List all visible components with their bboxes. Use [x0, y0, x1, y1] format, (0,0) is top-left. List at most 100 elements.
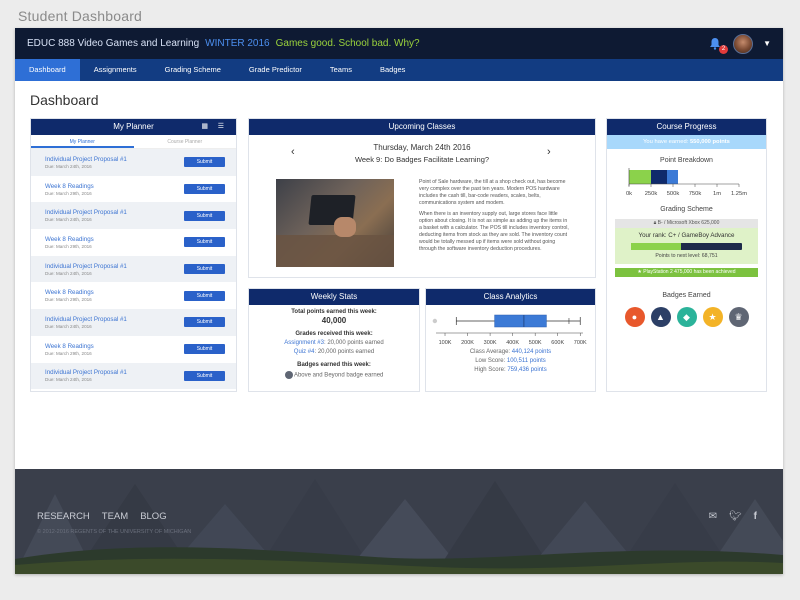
planner-item-text: Individual Project Proposal #1 Due: March…: [45, 369, 184, 382]
badge-icon[interactable]: ◆: [676, 307, 697, 327]
planner-item-title[interactable]: Individual Project Proposal #1: [45, 369, 184, 376]
boxplot-tick-label: 100K: [439, 340, 452, 346]
user-avatar[interactable]: [733, 33, 754, 54]
boxplot-outlier: [432, 318, 438, 324]
planner-item: Individual Project Proposal #1 Due: March…: [31, 202, 236, 230]
grades-label: Grades received this week:: [295, 331, 373, 337]
class-description: Point of Sale hardware, the till at a sh…: [419, 179, 569, 253]
course-tagline: Games good. School bad. Why?: [275, 38, 420, 49]
points-earned-value: 550,000 points: [689, 139, 730, 145]
chevron-down-icon[interactable]: ▼: [763, 39, 771, 48]
planner-item-title[interactable]: Individual Project Proposal #1: [45, 263, 184, 270]
submit-button[interactable]: Submit: [184, 210, 225, 221]
planner-item-text: Week 8 Readings Due: March 29th, 2016: [45, 343, 184, 356]
achieved-level-bar: ★ PlayStation 2 475,000 has been achieve…: [615, 268, 758, 277]
list-icon[interactable]: ☰: [218, 119, 224, 135]
low-score-row: Low Score: 100,511 points: [426, 358, 595, 364]
badge-icon[interactable]: ▲: [650, 307, 671, 327]
planner-header: My Planner ▦ ☰: [31, 119, 236, 135]
grade-text: : 20,000 points earned: [323, 340, 384, 346]
badge-icon[interactable]: ★: [702, 307, 723, 327]
chevron-left-icon[interactable]: ‹: [291, 146, 295, 158]
class-analytics-panel: Class Analytics 100K 200K 300K 400K 500K 600K…: [425, 288, 596, 392]
breakdown-segment-navy: [651, 170, 667, 184]
breakdown-tick-label: 1m: [713, 191, 721, 197]
nav-grade-predictor[interactable]: Grade Predictor: [235, 59, 316, 81]
weekly-total-label: Total points earned this week:: [291, 309, 377, 315]
grade-link[interactable]: Assignment #3: [284, 340, 324, 346]
submit-button[interactable]: Submit: [184, 317, 225, 328]
footer-link-research[interactable]: RESEARCH: [37, 511, 90, 522]
page-title: Dashboard: [30, 92, 99, 108]
point-breakdown-chart: 0k 250k 500k 750k 1m 1.25m: [626, 168, 747, 197]
footer: RESEARCH TEAM BLOG © 2012-2016 REGENTS O…: [15, 469, 783, 574]
class-average-value: 440,124 points: [511, 349, 552, 355]
submit-button[interactable]: Submit: [184, 264, 225, 275]
planner-item: Week 8 Readings Due: March 29th, 2016 Subm…: [31, 282, 236, 309]
badges-earned-list: ● ▲ ◆ ★ ♛: [607, 307, 766, 327]
low-score-label: Low Score:: [475, 358, 506, 364]
nav-badges[interactable]: Badges: [366, 59, 419, 81]
facebook-icon[interactable]: f: [754, 511, 757, 522]
footer-links: RESEARCH TEAM BLOG: [37, 511, 167, 522]
tab-course-planner[interactable]: Course Planner: [134, 135, 237, 148]
submit-button[interactable]: Submit: [184, 370, 225, 381]
submit-button[interactable]: Submit: [184, 344, 225, 355]
planner-item-title[interactable]: Individual Project Proposal #1: [45, 156, 184, 163]
planner-item-title[interactable]: Individual Project Proposal #1: [45, 316, 184, 323]
star-icon: ★: [637, 269, 642, 275]
high-score-row: High Score: 759,436 points: [426, 367, 595, 373]
planner-item-title[interactable]: Week 8 Readings: [45, 289, 184, 296]
planner-item-due: Due: March 24th, 2016: [45, 163, 92, 169]
submit-button[interactable]: Submit: [184, 290, 225, 301]
rank-progress-fill: [631, 243, 681, 250]
notification-count-badge: 2: [719, 44, 729, 54]
planner-item-title[interactable]: Week 8 Readings: [45, 343, 184, 350]
footer-link-team[interactable]: TEAM: [102, 511, 128, 522]
achieved-level-text: PlayStation 2 475,000 has been achieved: [643, 269, 736, 275]
planner-item-title[interactable]: Individual Project Proposal #1: [45, 209, 184, 216]
weekly-stats-panel: Weekly Stats Total points earned this we…: [248, 288, 420, 392]
planner-item-due: Due: March 29th, 2016: [45, 243, 92, 249]
chevron-right-icon[interactable]: ›: [547, 146, 551, 158]
footer-link-blog[interactable]: BLOG: [140, 511, 166, 522]
submit-button[interactable]: Submit: [184, 237, 225, 248]
email-icon[interactable]: ✉: [709, 511, 717, 522]
calendar-icon[interactable]: ▦: [201, 119, 208, 135]
planner-item-title[interactable]: Week 8 Readings: [45, 236, 184, 243]
tab-my-planner[interactable]: My Planner: [31, 135, 134, 148]
planner-title: My Planner: [113, 122, 154, 131]
badge-icon[interactable]: ●: [624, 307, 645, 327]
planner-item-due: Due: March 29th, 2016: [45, 190, 92, 196]
planner-item-title[interactable]: Week 8 Readings: [45, 183, 184, 190]
nav-assignments[interactable]: Assignments: [80, 59, 151, 81]
planner-item-text: Individual Project Proposal #1 Due: March…: [45, 263, 184, 276]
planner-item-due: Due: March 24th, 2016: [45, 377, 92, 383]
topbar: EDUC 888 Video Games and Learning WINTER…: [15, 28, 783, 59]
planner-item-text: Individual Project Proposal #1 Due: March…: [45, 316, 184, 329]
twitter-icon[interactable]: 🐦︎: [729, 511, 742, 522]
badge-icon[interactable]: ♛: [728, 307, 749, 327]
breakdown-tick-label: 0k: [626, 191, 632, 197]
planner-item: Individual Project Proposal #1 Due: March…: [31, 362, 236, 390]
nav-dashboard[interactable]: Dashboard: [15, 59, 80, 81]
boxplot-tick-label: 200K: [461, 340, 474, 346]
boxplot-box: [494, 314, 547, 328]
nav-teams[interactable]: Teams: [316, 59, 366, 81]
points-to-next-level: Points to next level: 68,751: [655, 253, 718, 259]
previous-level-bar: 🔒︎ B- / Microsoft Xbox 625,000: [615, 219, 758, 228]
badges-week-label: Badges earned this week:: [297, 362, 371, 368]
course-title[interactable]: EDUC 888 Video Games and Learning: [27, 38, 199, 49]
nav-grading-scheme[interactable]: Grading Scheme: [151, 59, 235, 81]
submit-button[interactable]: Submit: [184, 184, 225, 195]
grade-link[interactable]: Quiz #4: [294, 349, 315, 355]
breakdown-segment-blue: [667, 170, 678, 184]
analytics-header: Class Analytics: [426, 289, 595, 305]
planner-item-due: Due: March 24th, 2016: [45, 323, 92, 329]
weekly-header: Weekly Stats: [249, 289, 419, 305]
notifications-button[interactable]: 2: [709, 37, 729, 54]
upcoming-classes-panel: Upcoming Classes Thursday, March 24th 20…: [248, 118, 596, 278]
submit-button[interactable]: Submit: [184, 157, 225, 168]
breakdown-segment-green: [629, 170, 651, 184]
grade-row: Quiz #4: 20,000 points earned: [249, 349, 419, 355]
